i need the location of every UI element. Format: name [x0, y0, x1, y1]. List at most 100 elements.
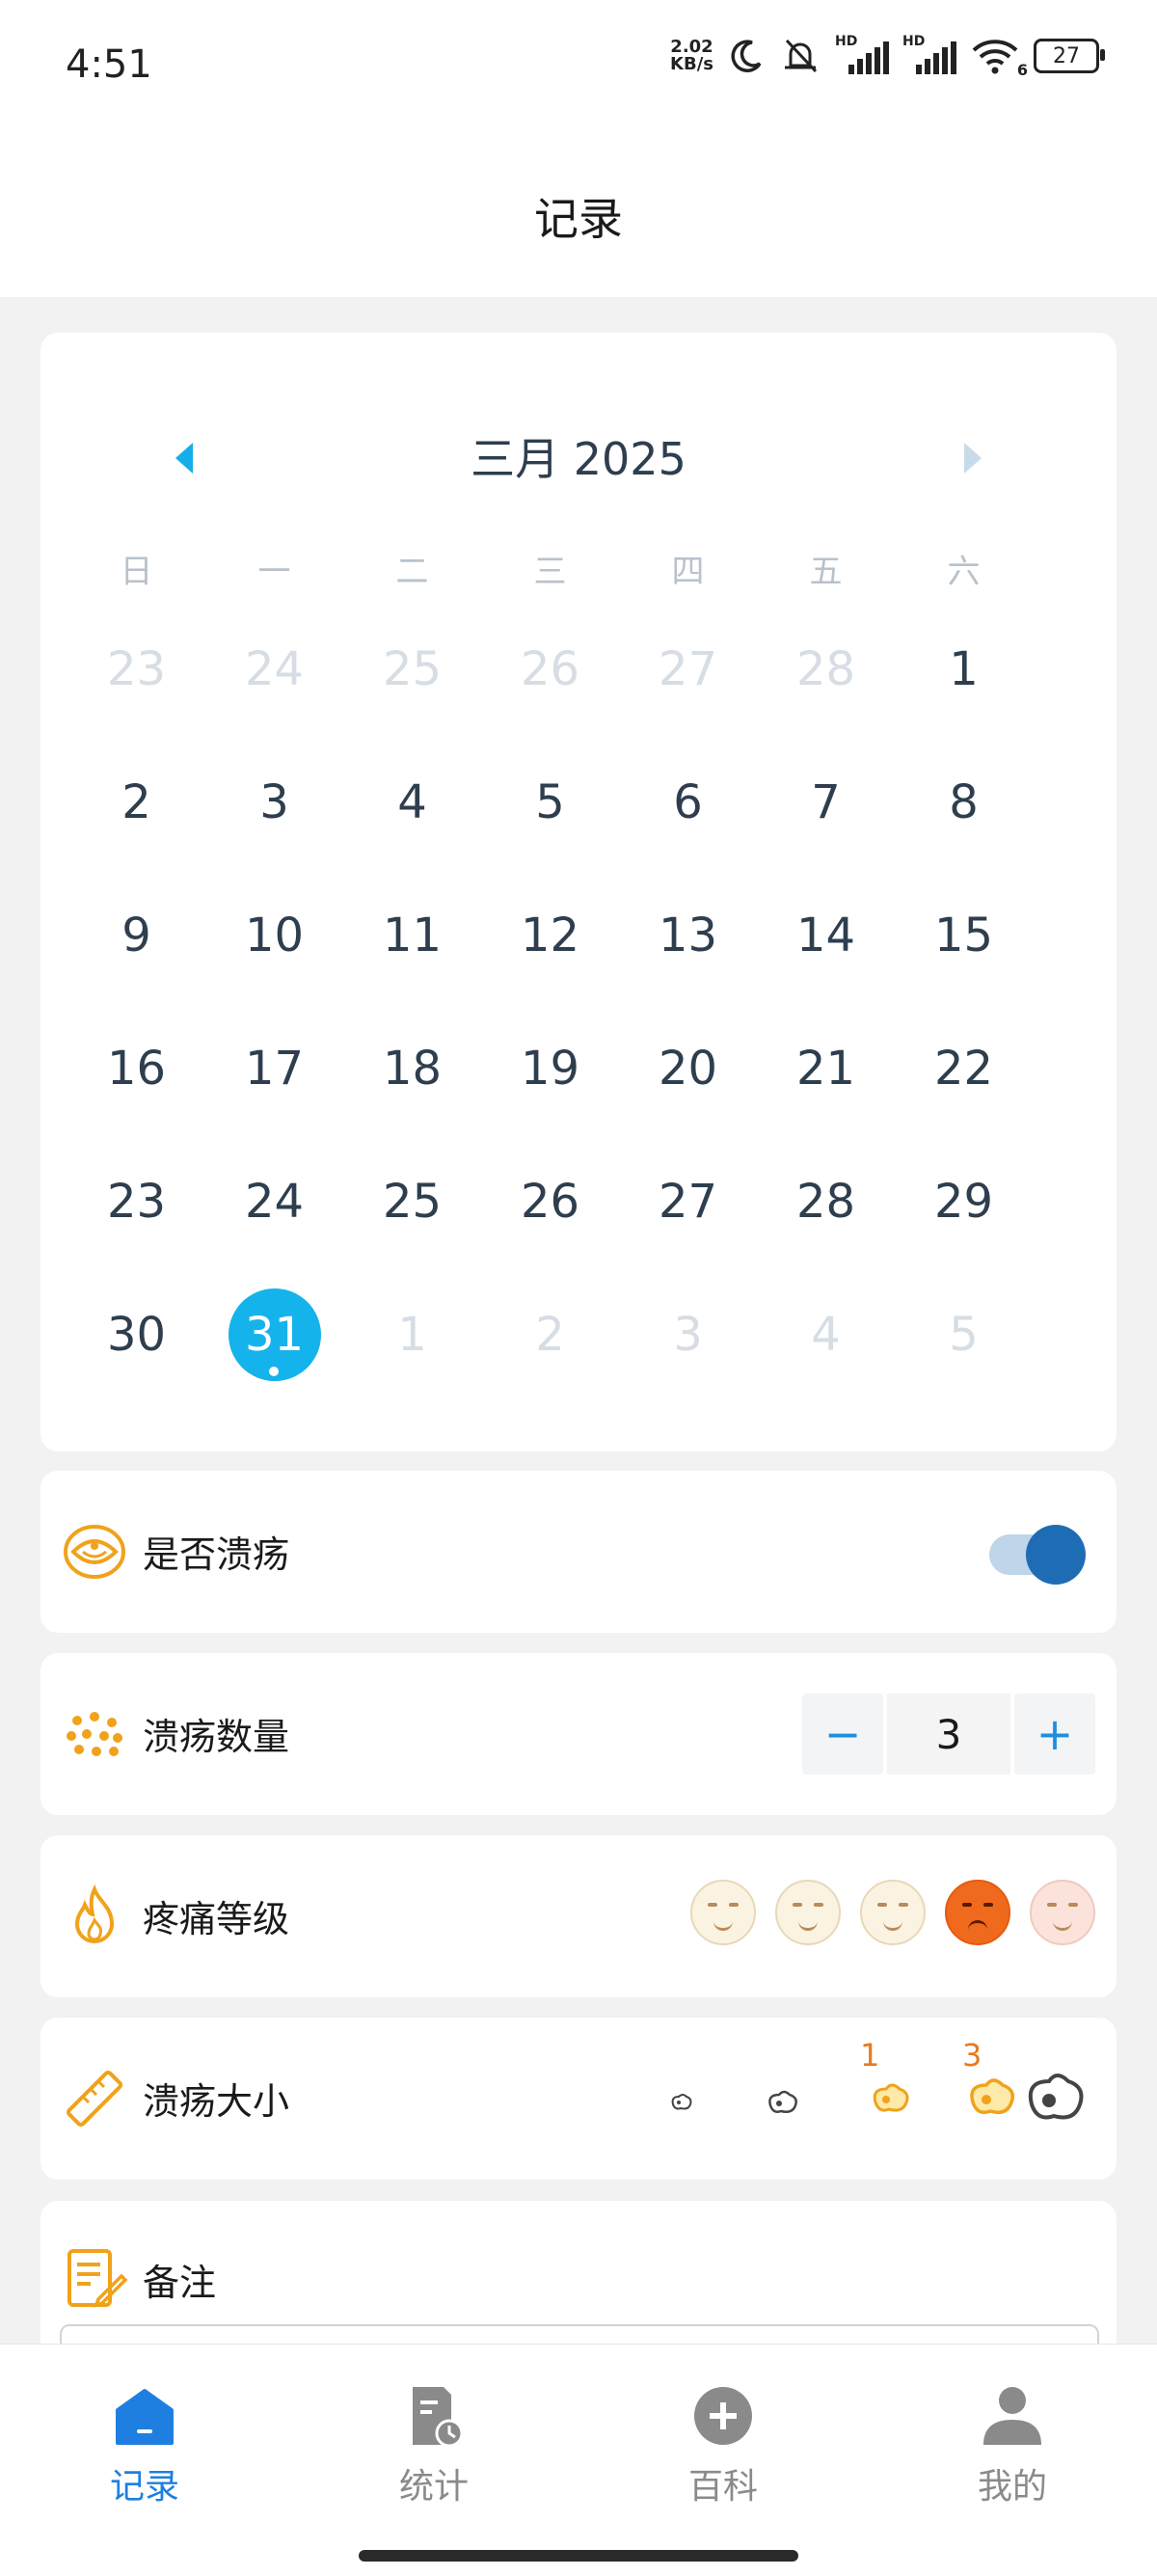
calendar-day[interactable]: 15 [895, 869, 1033, 1002]
calendar-day-selected[interactable]: 31 [205, 1268, 343, 1401]
calendar-day[interactable]: 23 [67, 1135, 205, 1268]
calendar-day[interactable]: 7 [757, 736, 895, 869]
calendar-day[interactable]: 6 [619, 736, 757, 869]
calendar-day[interactable]: 11 [343, 869, 481, 1002]
next-month-icon[interactable] [964, 443, 982, 474]
pain-face-2-icon[interactable] [775, 1880, 841, 1945]
calendar-day[interactable]: 4 [343, 736, 481, 869]
page-header: 记录 [0, 135, 1157, 297]
size-2-icon[interactable] [766, 2087, 800, 2116]
calendar-day-number: 29 [933, 1175, 994, 1229]
size-6-icon[interactable] [1024, 2068, 1088, 2126]
pain-face-4-icon[interactable] [945, 1880, 1010, 1945]
size-3-icon[interactable] [870, 2079, 912, 2116]
calendar-day[interactable]: 29 [895, 1135, 1033, 1268]
calendar-grid: 23 24 25 26 27 28 1 2 3 4 5 6 7 8 9 10 11 12 13 14 15 16 17 18 1… [67, 603, 1090, 1401]
dots-icon [67, 1712, 122, 1756]
calendar-day-number: 28 [795, 1175, 856, 1229]
tab-encyclopedia-label: 百科 [687, 2467, 758, 2507]
calendar-day-number: 24 [244, 642, 305, 696]
calendar-day-number: 12 [520, 908, 580, 963]
calendar-day[interactable]: 9 [67, 869, 205, 1002]
calendar-day[interactable]: 28 [757, 603, 895, 736]
calendar-day[interactable]: 4 [757, 1268, 895, 1401]
calendar-day-number: 30 [106, 1308, 167, 1362]
size-1-icon[interactable] [669, 2091, 694, 2112]
calendar-day[interactable]: 5 [481, 736, 619, 869]
calendar-day[interactable]: 24 [205, 603, 343, 736]
calendar-day-number: 1 [949, 642, 979, 696]
status-time: 4:51 [66, 42, 152, 87]
calendar-day[interactable]: 27 [619, 1135, 757, 1268]
calendar-day[interactable]: 23 [67, 603, 205, 736]
calendar-day-number: 18 [382, 1042, 443, 1096]
pain-level-card: 疼痛等级 [40, 1835, 1117, 1997]
calendar-day[interactable]: 1 [343, 1268, 481, 1401]
calendar-day[interactable]: 25 [343, 1135, 481, 1268]
calendar-day-number: 8 [949, 775, 979, 829]
calendar-week: 23 24 25 26 27 28 29 [67, 1135, 1090, 1268]
calendar-day[interactable]: 16 [67, 1002, 205, 1135]
tab-mine[interactable]: 我的 [868, 2383, 1157, 2508]
size-5-icon[interactable] [966, 2074, 1018, 2120]
calendar-day[interactable]: 17 [205, 1002, 343, 1135]
calendar-day[interactable]: 1 [895, 603, 1033, 736]
pain-face-3-icon[interactable] [860, 1880, 926, 1945]
month-title: 三月 2025 [471, 433, 686, 485]
calendar-day[interactable]: 20 [619, 1002, 757, 1135]
calendar-day[interactable]: 5 [895, 1268, 1033, 1401]
calendar-card: 三月 2025 日 一 二 三 四 五 六 23 24 25 26 27 28 1 2 3 4 5 6… [40, 333, 1117, 1451]
calendar-day[interactable]: 26 [481, 1135, 619, 1268]
plus-circle-icon [694, 2387, 752, 2445]
decrement-button[interactable]: − [802, 1694, 883, 1775]
record-dot-icon [269, 1367, 279, 1376]
weekday-label: 二 [395, 553, 429, 591]
calendar-day-number: 2 [535, 1308, 565, 1362]
calendar-day[interactable]: 12 [481, 869, 619, 1002]
calendar-day[interactable]: 3 [619, 1268, 757, 1401]
calendar-day[interactable]: 22 [895, 1002, 1033, 1135]
calendar-day-number: 3 [259, 775, 289, 829]
ulcer-toggle-switch[interactable] [989, 1521, 1086, 1585]
weekday-label: 一 [257, 553, 291, 591]
pain-face-5-icon[interactable] [1030, 1880, 1095, 1945]
calendar-day[interactable]: 2 [67, 736, 205, 869]
calendar-day[interactable]: 26 [481, 603, 619, 736]
calendar-day[interactable]: 10 [205, 869, 343, 1002]
home-indicator[interactable] [359, 2550, 798, 2562]
wifi-icon: 6 [970, 37, 1028, 79]
calendar-week: 2 3 4 5 6 7 8 [67, 736, 1090, 869]
calendar-day[interactable]: 28 [757, 1135, 895, 1268]
calendar-day[interactable]: 18 [343, 1002, 481, 1135]
mute-icon [785, 39, 818, 73]
calendar-day-number: 27 [658, 1175, 718, 1229]
weekday-label: 五 [809, 553, 843, 591]
ulcer-count-value[interactable]: 3 [887, 1694, 1010, 1775]
calendar-day-number: 16 [106, 1042, 167, 1096]
calendar-day[interactable]: 2 [481, 1268, 619, 1401]
calendar-day[interactable]: 8 [895, 736, 1033, 869]
tab-record[interactable]: 记录 [0, 2383, 289, 2508]
pain-level-selector [690, 1880, 1095, 1945]
calendar-day[interactable]: 30 [67, 1268, 205, 1401]
calendar-day-number: 23 [106, 1175, 167, 1229]
calendar-day[interactable]: 19 [481, 1002, 619, 1135]
pain-face-1-icon[interactable] [690, 1880, 756, 1945]
calendar-day-number: 3 [673, 1308, 703, 1362]
prev-month-icon[interactable] [175, 443, 193, 474]
calendar-day[interactable]: 25 [343, 603, 481, 736]
tab-stats[interactable]: 统计 [289, 2383, 578, 2508]
calendar-day[interactable]: 21 [757, 1002, 895, 1135]
calendar-day-number: 26 [520, 642, 580, 696]
calendar-day[interactable]: 13 [619, 869, 757, 1002]
note-icon [67, 2249, 128, 2308]
increment-button[interactable]: + [1014, 1694, 1095, 1775]
calendar-day-number: 14 [795, 908, 856, 963]
calendar-week: 9 10 11 12 13 14 15 [67, 869, 1090, 1002]
calendar-day[interactable]: 27 [619, 603, 757, 736]
calendar-day[interactable]: 24 [205, 1135, 343, 1268]
calendar-day[interactable]: 3 [205, 736, 343, 869]
calendar-day[interactable]: 14 [757, 869, 895, 1002]
calendar-day-number: 25 [382, 1175, 443, 1229]
tab-encyclopedia[interactable]: 百科 [578, 2383, 868, 2508]
